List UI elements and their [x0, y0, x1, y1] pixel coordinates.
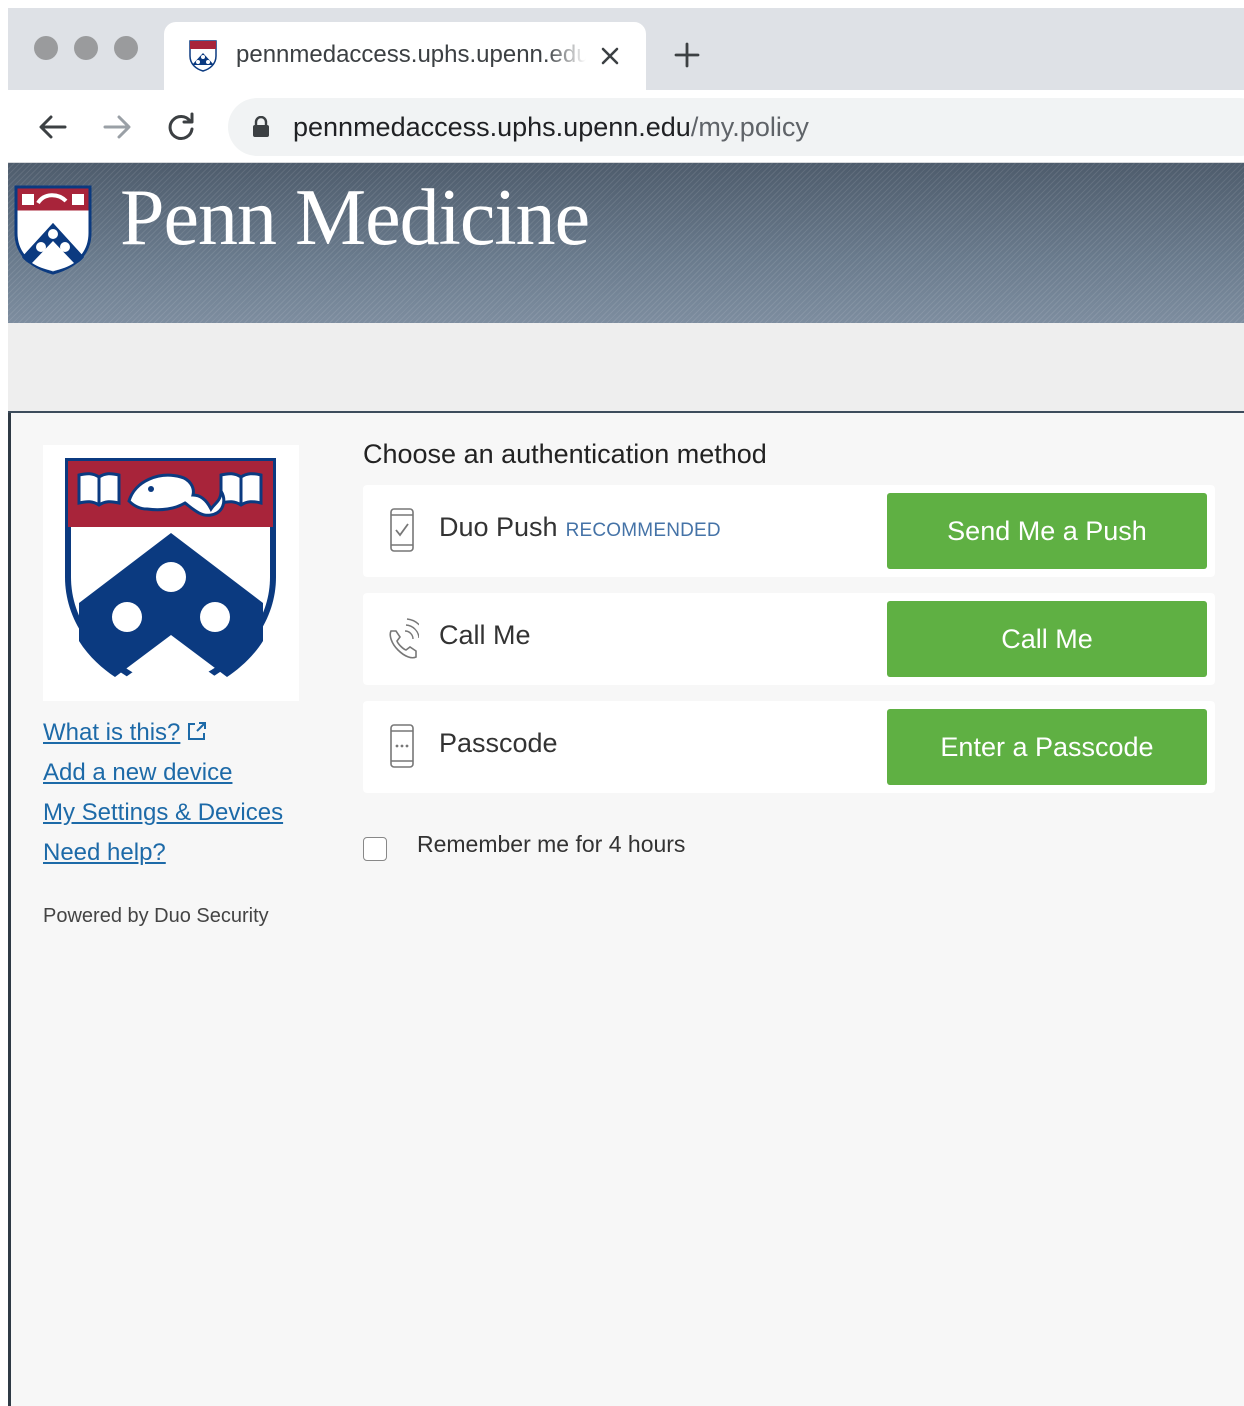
powered-by-text: Powered by Duo Security	[43, 905, 269, 927]
call-me-button[interactable]: Call Me	[887, 601, 1207, 677]
passcode-row: Passcode Enter a Passcode	[363, 701, 1215, 793]
minimize-window-button[interactable]	[74, 36, 98, 60]
duo-frame: What is this? Add a new device My Settin…	[11, 413, 1244, 1406]
help-links: What is this? Add a new device My Settin…	[43, 715, 283, 875]
penn-favicon-icon	[189, 40, 217, 72]
url-path: /my.policy	[690, 112, 809, 142]
call-me-label: Call Me	[439, 620, 531, 650]
duo-push-row: Duo Push RECOMMENDED Send Me a Push	[363, 485, 1215, 577]
recommended-badge: RECOMMENDED	[565, 520, 721, 541]
url-text[interactable]: pennmedaccess.uphs.upenn.edu/my.policy	[293, 112, 809, 143]
my-settings-devices-link[interactable]: My Settings & Devices	[43, 795, 283, 835]
header-spacer	[8, 323, 1244, 413]
add-new-device-link[interactable]: Add a new device	[43, 755, 283, 795]
what-is-this-link[interactable]: What is this?	[43, 715, 283, 755]
penn-shield-large-logo	[65, 458, 276, 699]
maximize-window-button[interactable]	[114, 36, 138, 60]
phone-ring-icon	[389, 618, 419, 659]
penn-medicine-title: Penn Medicine	[120, 174, 590, 262]
browser-toolbar: pennmedaccess.uphs.upenn.edu/my.policy	[8, 90, 1244, 163]
new-tab-icon[interactable]	[672, 40, 702, 70]
reload-icon[interactable]	[164, 110, 198, 144]
phone-passcode-icon	[390, 724, 414, 768]
browser-tab[interactable]: pennmedaccess.uphs.upenn.edu	[164, 22, 646, 90]
remember-me-label[interactable]: Remember me for 4 hours	[417, 831, 685, 858]
browser-window: pennmedaccess.uphs.upenn.edu pennmedacce…	[8, 8, 1244, 1406]
what-is-this-label: What is this?	[43, 719, 181, 746]
duo-push-text: Duo Push	[439, 512, 558, 542]
need-help-link[interactable]: Need help?	[43, 835, 283, 875]
tab-strip: pennmedaccess.uphs.upenn.edu	[8, 8, 1244, 90]
auth-method-heading: Choose an authentication method	[363, 439, 767, 469]
address-bar[interactable]: pennmedaccess.uphs.upenn.edu/my.policy	[228, 98, 1244, 156]
lock-icon[interactable]	[252, 116, 270, 138]
send-push-button[interactable]: Send Me a Push	[887, 493, 1207, 569]
call-me-row: Call Me Call Me	[363, 593, 1215, 685]
duo-push-label: Duo Push RECOMMENDED	[439, 512, 721, 543]
phone-check-icon	[390, 508, 414, 552]
close-tab-icon[interactable]	[596, 42, 624, 70]
close-window-button[interactable]	[34, 36, 58, 60]
penn-logo-panel	[43, 445, 299, 701]
tab-title: pennmedaccess.uphs.upenn.edu	[236, 41, 586, 69]
penn-shield-logo	[14, 185, 92, 275]
enter-passcode-button[interactable]: Enter a Passcode	[887, 709, 1207, 785]
remember-me-checkbox[interactable]	[363, 837, 387, 861]
penn-medicine-header: Penn Medicine	[8, 163, 1244, 323]
url-domain: pennmedaccess.uphs.upenn.edu	[293, 112, 691, 142]
passcode-label: Passcode	[439, 728, 558, 758]
external-link-icon	[188, 722, 207, 740]
back-arrow-icon[interactable]	[36, 110, 70, 144]
forward-arrow-icon[interactable]	[100, 110, 134, 144]
